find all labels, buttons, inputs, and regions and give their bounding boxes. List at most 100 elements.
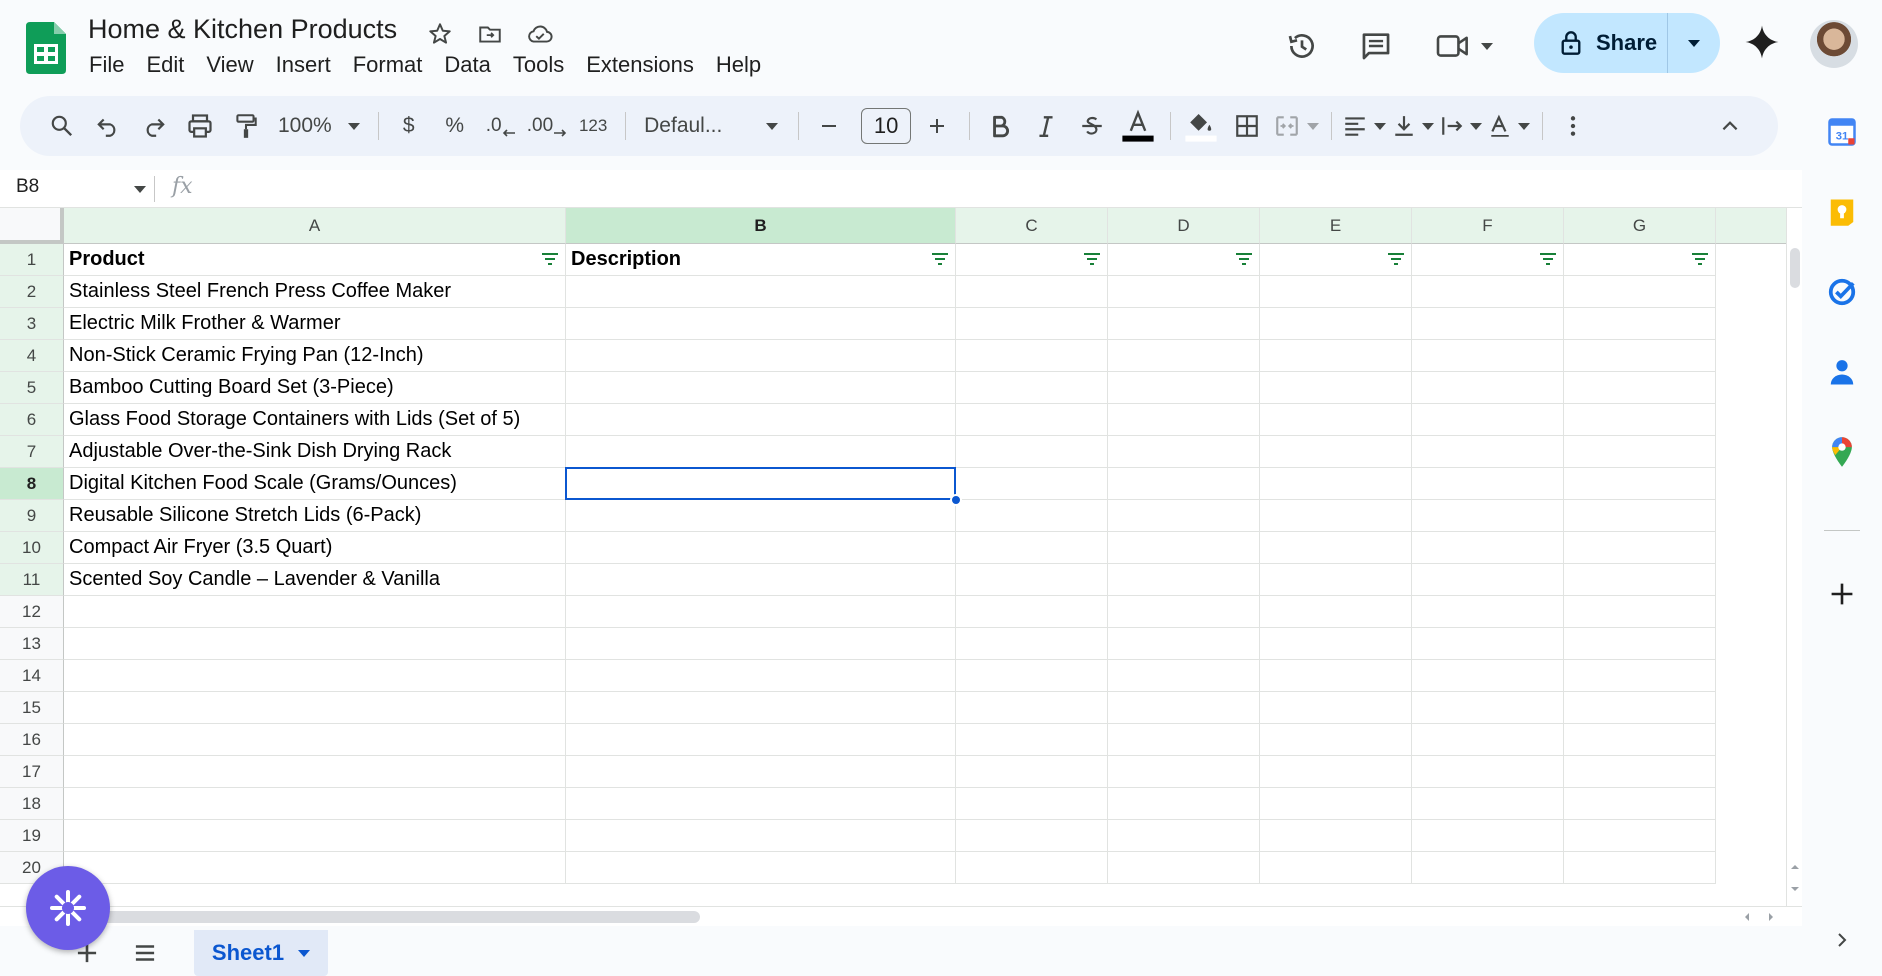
row-header-4[interactable]: 4 bbox=[0, 340, 64, 372]
row-header-1[interactable]: 1 bbox=[0, 244, 64, 276]
cell-e12[interactable] bbox=[1260, 596, 1412, 628]
cell-b8[interactable] bbox=[566, 468, 956, 500]
row-header-11[interactable]: 11 bbox=[0, 564, 64, 596]
filter-icon[interactable] bbox=[1235, 252, 1253, 266]
filter-icon[interactable] bbox=[1083, 252, 1101, 266]
cell-e8[interactable] bbox=[1260, 468, 1412, 500]
cell-e14[interactable] bbox=[1260, 660, 1412, 692]
cell-b9[interactable] bbox=[566, 500, 956, 532]
row-header-18[interactable]: 18 bbox=[0, 788, 64, 820]
cell-a20[interactable] bbox=[64, 852, 566, 884]
cell-a13[interactable] bbox=[64, 628, 566, 660]
cell-c10[interactable] bbox=[956, 532, 1108, 564]
cell-f10[interactable] bbox=[1412, 532, 1564, 564]
font-select[interactable]: Defaul... bbox=[636, 106, 786, 146]
cell-c2[interactable] bbox=[956, 276, 1108, 308]
cell-c19[interactable] bbox=[956, 820, 1108, 852]
text-color-icon[interactable] bbox=[1118, 106, 1158, 146]
vertical-scrollbar[interactable] bbox=[1786, 208, 1802, 906]
vertical-align-icon[interactable] bbox=[1392, 106, 1435, 146]
format-percent-button[interactable]: % bbox=[435, 106, 475, 146]
maps-icon[interactable] bbox=[1822, 432, 1862, 472]
cell-e10[interactable] bbox=[1260, 532, 1412, 564]
cell-c14[interactable] bbox=[956, 660, 1108, 692]
borders-icon[interactable] bbox=[1227, 106, 1267, 146]
increase-decimal-button[interactable]: .00 bbox=[527, 106, 567, 146]
row-header-7[interactable]: 7 bbox=[0, 436, 64, 468]
cell-g16[interactable] bbox=[1564, 724, 1716, 756]
cell-f17[interactable] bbox=[1412, 756, 1564, 788]
cell-e1[interactable] bbox=[1260, 244, 1412, 276]
tasks-icon[interactable] bbox=[1822, 272, 1862, 312]
cell-b16[interactable] bbox=[566, 724, 956, 756]
get-addons-icon[interactable] bbox=[1822, 574, 1862, 614]
increase-font-size-icon[interactable] bbox=[917, 106, 957, 146]
cell-c15[interactable] bbox=[956, 692, 1108, 724]
cell-d8[interactable] bbox=[1108, 468, 1260, 500]
cell-g13[interactable] bbox=[1564, 628, 1716, 660]
keep-icon[interactable] bbox=[1822, 192, 1862, 232]
cell-f13[interactable] bbox=[1412, 628, 1564, 660]
row-header-15[interactable]: 15 bbox=[0, 692, 64, 724]
cell-a12[interactable] bbox=[64, 596, 566, 628]
cell-e2[interactable] bbox=[1260, 276, 1412, 308]
cell-b3[interactable] bbox=[566, 308, 956, 340]
cell-g10[interactable] bbox=[1564, 532, 1716, 564]
menu-data[interactable]: Data bbox=[433, 50, 501, 80]
cell-d17[interactable] bbox=[1108, 756, 1260, 788]
horizontal-align-icon[interactable] bbox=[1342, 106, 1387, 146]
cell-f8[interactable] bbox=[1412, 468, 1564, 500]
cell-b7[interactable] bbox=[566, 436, 956, 468]
cell-b14[interactable] bbox=[566, 660, 956, 692]
menu-help[interactable]: Help bbox=[705, 50, 772, 80]
scroll-left-icon[interactable] bbox=[1742, 912, 1752, 922]
row-header-19[interactable]: 19 bbox=[0, 820, 64, 852]
cell-g12[interactable] bbox=[1564, 596, 1716, 628]
cell-e13[interactable] bbox=[1260, 628, 1412, 660]
filter-icon[interactable] bbox=[1539, 252, 1557, 266]
cell-b12[interactable] bbox=[566, 596, 956, 628]
filter-icon[interactable] bbox=[1387, 252, 1405, 266]
cell-d15[interactable] bbox=[1108, 692, 1260, 724]
row-header-3[interactable]: 3 bbox=[0, 308, 64, 340]
cell-g15[interactable] bbox=[1564, 692, 1716, 724]
cell-a11[interactable]: Scented Soy Candle – Lavender & Vanilla bbox=[64, 564, 566, 596]
strikethrough-icon[interactable] bbox=[1072, 106, 1112, 146]
cell-b10[interactable] bbox=[566, 532, 956, 564]
cell-c3[interactable] bbox=[956, 308, 1108, 340]
cell-f4[interactable] bbox=[1412, 340, 1564, 372]
fill-color-icon[interactable] bbox=[1181, 106, 1221, 146]
row-header-9[interactable]: 9 bbox=[0, 500, 64, 532]
cell-e16[interactable] bbox=[1260, 724, 1412, 756]
cell-a17[interactable] bbox=[64, 756, 566, 788]
calendar-icon[interactable]: 31 bbox=[1822, 112, 1862, 152]
cell-a10[interactable]: Compact Air Fryer (3.5 Quart) bbox=[64, 532, 566, 564]
cell-c1[interactable] bbox=[956, 244, 1108, 276]
cell-g14[interactable] bbox=[1564, 660, 1716, 692]
star-icon[interactable] bbox=[424, 18, 456, 50]
menu-insert[interactable]: Insert bbox=[265, 50, 342, 80]
column-header-f[interactable]: F bbox=[1412, 208, 1564, 244]
version-history-icon[interactable] bbox=[1276, 20, 1328, 72]
cell-f12[interactable] bbox=[1412, 596, 1564, 628]
menu-view[interactable]: View bbox=[195, 50, 264, 80]
collapse-toolbar-icon[interactable] bbox=[1710, 106, 1750, 146]
cell-f14[interactable] bbox=[1412, 660, 1564, 692]
cell-c12[interactable] bbox=[956, 596, 1108, 628]
cell-a16[interactable] bbox=[64, 724, 566, 756]
row-header-10[interactable]: 10 bbox=[0, 532, 64, 564]
chevron-down-icon[interactable] bbox=[134, 186, 146, 193]
cell-b17[interactable] bbox=[566, 756, 956, 788]
cell-f19[interactable] bbox=[1412, 820, 1564, 852]
print-icon[interactable] bbox=[180, 106, 220, 146]
cell-e19[interactable] bbox=[1260, 820, 1412, 852]
font-size-input[interactable]: 10 bbox=[861, 108, 912, 144]
column-header-g[interactable]: G bbox=[1564, 208, 1716, 244]
cell-e4[interactable] bbox=[1260, 340, 1412, 372]
cell-d7[interactable] bbox=[1108, 436, 1260, 468]
cell-e9[interactable] bbox=[1260, 500, 1412, 532]
share-button[interactable]: Share bbox=[1534, 13, 1668, 73]
cell-e7[interactable] bbox=[1260, 436, 1412, 468]
meet-icon[interactable] bbox=[1424, 20, 1504, 72]
cell-b13[interactable] bbox=[566, 628, 956, 660]
